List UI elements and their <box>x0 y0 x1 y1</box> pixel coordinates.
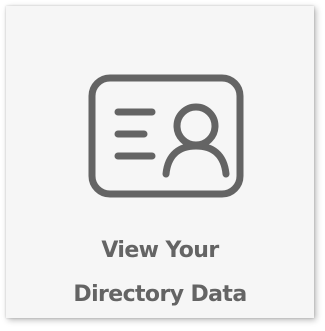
tile-label-line-2: Directory Data <box>73 282 247 307</box>
directory-data-tile[interactable]: View Your Directory Data <box>6 6 314 318</box>
id-card-icon <box>88 74 244 198</box>
tile-label-line-1: View Your <box>101 238 219 263</box>
